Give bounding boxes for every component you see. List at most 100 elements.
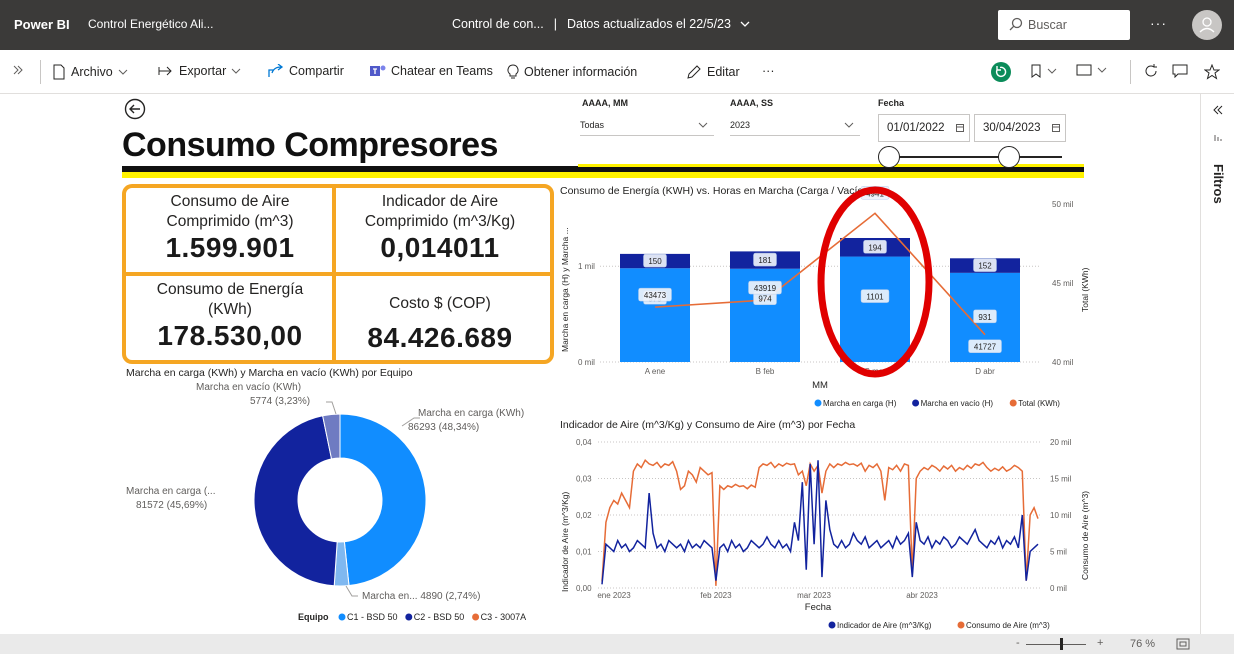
title-underline-yellow (122, 172, 1084, 178)
donut-chart[interactable]: Marcha en carga (KWh) y Marcha en vacío … (122, 364, 558, 628)
date-slider-track[interactable] (886, 156, 1062, 158)
view-menu[interactable] (1076, 64, 1107, 76)
kpi-value: 0,014011 (380, 232, 500, 263)
y-tick-label: 0,04 (576, 438, 592, 447)
slicer-aaaa-ss-label: AAAA, SS (730, 98, 774, 108)
data-label-carga: 1101 (866, 293, 884, 302)
editar-button[interactable]: Editar (686, 64, 740, 80)
donut-slice[interactable] (253, 415, 338, 587)
date-slider-handle-end[interactable] (998, 146, 1020, 168)
teams-chat-button[interactable]: Chatear en Teams (370, 64, 493, 78)
legend-item[interactable]: C2 - BSD 50 (414, 612, 465, 622)
export-arrow-icon (158, 66, 172, 76)
y-axis-title: Indicador de Aire (m^3/Kg) (560, 491, 570, 592)
archivo-label: Archivo (71, 65, 113, 79)
view-frame-icon (1076, 64, 1092, 76)
teams-label: Chatear en Teams (391, 64, 493, 78)
zoom-plus-button[interactable]: + (1097, 637, 1103, 649)
data-label-vacio: 150 (648, 257, 662, 266)
date-slider-handle-start[interactable] (878, 146, 900, 168)
date-end-input[interactable]: 30/04/2023 (974, 114, 1066, 142)
avatar[interactable] (1192, 10, 1222, 40)
kpi-indicador-aire[interactable]: Indicador de Aire Comprimido (m^3/Kg) 0,… (338, 192, 542, 264)
archivo-menu[interactable]: Archivo (52, 64, 128, 80)
obtener-informacion-button[interactable]: Obtener información (507, 64, 637, 80)
y2-axis-title: Total (KWh) (1080, 267, 1090, 312)
bar-marcha-carga[interactable] (620, 268, 690, 362)
calendar-icon (956, 124, 964, 132)
legend-item[interactable]: Marcha en vacío (H) (921, 399, 994, 408)
chevron-down-icon (844, 122, 854, 128)
obtener-informacion-label: Obtener información (524, 65, 638, 79)
reload-icon (1145, 64, 1157, 77)
kpi-label: Comprimido (m^3) (166, 213, 294, 230)
comment-icon (1172, 64, 1188, 78)
page-name: Control de con... (452, 17, 544, 31)
app-brand[interactable]: Power BI (14, 17, 70, 32)
y2-tick-label: 10 mil (1050, 511, 1072, 520)
chevron-down-icon (740, 21, 750, 27)
x-tick-label: B feb (756, 367, 775, 376)
x-axis-title: MM (812, 380, 828, 391)
report-canvas: Consumo Compresores AAAA, MM Todas AAAA,… (0, 94, 1200, 634)
slicer-aaaa-mm-dropdown[interactable]: Todas (580, 116, 714, 136)
zoom-slider[interactable] (1026, 644, 1086, 645)
slice-label: Marcha en... 4890 (2,74%) (362, 591, 480, 602)
date-start-input[interactable]: 01/01/2022 (878, 114, 970, 142)
y-tick-label: 0,02 (576, 511, 592, 520)
toolbar-more-button[interactable]: ··· (762, 64, 775, 78)
slicer-aaaa-mm-value: Todas (580, 120, 605, 130)
refresh-visuals-button[interactable] (990, 61, 1012, 83)
kpi-label: (KWh) (208, 301, 252, 318)
report-info[interactable]: Control de con... | Datos actualizados el … (452, 17, 750, 31)
search-input[interactable]: Buscar (998, 10, 1130, 40)
kpi-consumo-energia[interactable]: Consumo de Energía (KWh) 178.530,00 (128, 280, 332, 352)
fit-page-icon[interactable] (1176, 638, 1190, 650)
legend-marker (338, 613, 346, 621)
label-leader (326, 401, 337, 415)
filters-pane[interactable]: Filtros (1200, 94, 1234, 634)
back-arrow-icon[interactable] (124, 98, 146, 120)
kpi-value: 178.530,00 (157, 320, 303, 351)
status-bar: - + 76 % (0, 634, 1234, 654)
combo-bar-line-chart[interactable]: Consumo de Energía (KWH) vs. Horas en Ma… (556, 182, 1096, 410)
kpi-label: Consumo de Energía (156, 281, 304, 298)
legend-item[interactable]: C3 - 3007A (481, 612, 527, 622)
kpi-costo[interactable]: Costo $ (COP) 84.426.689 (338, 288, 542, 354)
data-label-vacio: 152 (978, 262, 992, 271)
legend-item[interactable]: Consumo de Aire (m^3) (966, 621, 1050, 630)
slice-label: Marcha en vacío (KWh) (196, 382, 301, 393)
compartir-button[interactable]: Compartir (268, 64, 344, 78)
comments-button[interactable] (1172, 64, 1188, 78)
legend-item[interactable]: C1 - BSD 50 (347, 612, 398, 622)
zoom-minus-button[interactable]: - (1016, 637, 1020, 649)
legend-item[interactable]: Marcha en carga (H) (823, 399, 897, 408)
slicer-aaaa-ss-dropdown[interactable]: 2023 (730, 116, 860, 136)
double-chevron-left-icon[interactable] (1212, 104, 1224, 116)
exportar-label: Exportar (179, 64, 227, 78)
calendar-icon (1052, 124, 1060, 132)
zoom-slider-handle[interactable] (1060, 638, 1063, 650)
bookmark-menu[interactable] (1030, 64, 1057, 78)
dual-line-chart[interactable]: Indicador de Aire (m^3/Kg) y Consumo de … (556, 412, 1096, 634)
bar-marcha-carga[interactable] (840, 256, 910, 362)
favorite-button[interactable] (1204, 64, 1220, 80)
more-options-button[interactable]: ··· (1150, 15, 1167, 31)
x-tick-label: abr 2023 (906, 591, 938, 600)
refresh-circle-icon (991, 62, 1011, 82)
y-tick-label: 0,03 (576, 475, 592, 484)
slice-label-value: 86293 (48,34%) (408, 422, 479, 433)
expand-nav-button[interactable] (12, 64, 24, 76)
zoom-level: 76 % (1130, 638, 1156, 650)
reload-button[interactable] (1144, 64, 1158, 78)
legend-marker (912, 399, 920, 407)
report-title[interactable]: Control Energético Ali... (88, 17, 213, 31)
exportar-menu[interactable]: Exportar (158, 64, 241, 78)
data-label-total: 41727 (974, 343, 997, 352)
legend-item[interactable]: Indicador de Aire (m^3/Kg) (837, 621, 932, 630)
y2-tick-label: 5 mil (1050, 548, 1067, 557)
kpi-consumo-aire[interactable]: Consumo de Aire Comprimido (m^3) 1.599.9… (128, 192, 332, 264)
search-placeholder: Buscar (1028, 18, 1067, 32)
legend-item[interactable]: Total (KWh) (1018, 399, 1060, 408)
donut-slice[interactable] (339, 413, 427, 587)
